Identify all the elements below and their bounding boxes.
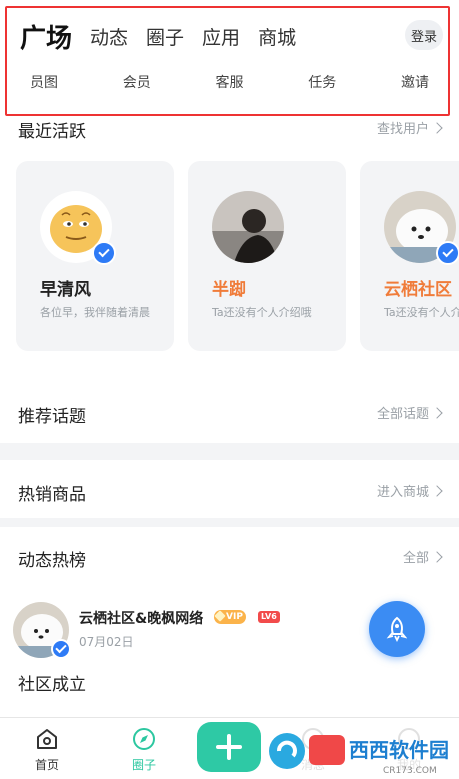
tab-square[interactable]: 广场 <box>20 18 72 55</box>
tab-apps[interactable]: 应用 <box>202 23 240 50</box>
subnav-item-invite[interactable]: 邀请 <box>401 72 429 90</box>
level-badge: LV6 <box>258 611 280 623</box>
user-cards: 早清风 各位早，我伴随着清晨 半踋 Ta还没有个人介绍哦 云栖社区 Ta还没有个… <box>16 161 459 351</box>
tabbar-item-circles[interactable]: 圈子 <box>109 724 179 773</box>
find-users-link[interactable]: 查找用户 <box>376 118 443 137</box>
tab-circles[interactable]: 圈子 <box>146 23 184 50</box>
enter-mall-link[interactable]: 进入商城 <box>376 481 443 500</box>
tab-dynamics[interactable]: 动态 <box>90 23 128 50</box>
user-name: 半踋 <box>212 280 246 300</box>
rocket-icon <box>386 616 408 642</box>
top-header: 广场 动态 圈子 应用 商城 登录 员图 会员 客服 任务 邀请 <box>0 0 459 100</box>
chevron-right-icon <box>431 406 443 419</box>
user-name: 早清风 <box>40 280 91 300</box>
avatar-wrapper <box>212 191 284 263</box>
section-title: 热销商品 <box>18 485 86 505</box>
subnav-item-member[interactable]: 会员 <box>123 72 151 90</box>
post-text[interactable]: 社区成立 <box>18 670 86 695</box>
create-post-button[interactable] <box>197 722 261 772</box>
user-bio: Ta还没有个人介绍 <box>384 306 459 319</box>
verified-icon <box>92 241 116 265</box>
user-name: 云栖社区 <box>384 280 452 300</box>
link-label: 进入商城 <box>376 485 429 500</box>
verified-icon <box>51 639 71 659</box>
sub-nav: 员图 会员 客服 任务 邀请 <box>8 68 451 90</box>
tabbar-label: 圈子 <box>131 758 156 772</box>
user-card[interactable]: 云栖社区 Ta还没有个人介绍 <box>360 161 459 351</box>
hot-goods-section[interactable]: 热销商品 进入商城 <box>0 460 459 518</box>
vip-badge: VIP <box>214 610 246 624</box>
post-avatar-wrapper[interactable] <box>13 602 71 659</box>
user-bio: 各位早，我伴随着清晨 <box>40 306 150 319</box>
watermark-text: 西西软件园 <box>349 738 449 762</box>
user-card[interactable]: 半踋 Ta还没有个人介绍哦 <box>188 161 346 351</box>
subnav-item-ranking[interactable]: 员图 <box>30 72 58 90</box>
recent-active-section: 最近活跃 查找用户 早清风 各位早，我伴随着清晨 半踋 Ta还没有个人介绍哦 云… <box>0 100 459 382</box>
verified-icon <box>436 241 459 265</box>
user-card[interactable]: 早清风 各位早，我伴随着清晨 <box>16 161 174 351</box>
tab-mall[interactable]: 商城 <box>258 23 296 50</box>
user-bio: Ta还没有个人介绍哦 <box>212 306 312 319</box>
chevron-right-icon <box>431 550 443 563</box>
rocket-button[interactable] <box>369 601 425 657</box>
all-topics-link[interactable]: 全部话题 <box>376 403 443 422</box>
compass-icon <box>133 728 155 750</box>
subnav-item-task[interactable]: 任务 <box>308 72 336 90</box>
link-label: 全部话题 <box>376 407 429 422</box>
home-icon <box>37 729 57 749</box>
subnav-item-service[interactable]: 客服 <box>216 72 244 90</box>
section-title: 动态热榜 <box>18 551 86 571</box>
section-title: 推荐话题 <box>18 407 86 427</box>
login-button[interactable]: 登录 <box>405 20 443 50</box>
link-label: 全部 <box>402 551 429 566</box>
top-tabs: 广场 动态 圈子 应用 商城 <box>20 16 296 56</box>
avatar-wrapper <box>40 191 116 265</box>
chevron-right-icon <box>431 484 443 497</box>
chevron-right-icon <box>431 121 443 134</box>
post-date: 07月02日 <box>79 635 134 649</box>
all-posts-link[interactable]: 全部 <box>402 547 443 566</box>
link-label: 查找用户 <box>376 122 429 137</box>
recommended-topics-section[interactable]: 推荐话题 全部话题 <box>0 382 459 443</box>
watermark-url: CR173.COM <box>383 766 437 776</box>
plus-icon <box>216 734 242 760</box>
post-author[interactable]: 云栖社区&晚枫网络 <box>79 608 203 628</box>
avatar <box>212 191 284 263</box>
section-title: 最近活跃 <box>18 122 86 142</box>
avatar-wrapper <box>384 191 459 265</box>
app-screen: 广场 动态 圈子 应用 商城 登录 员图 会员 客服 任务 邀请 最近活跃 查找… <box>0 0 459 779</box>
tabbar-item-home[interactable]: 首页 <box>12 724 82 773</box>
tabbar-label: 首页 <box>34 758 59 772</box>
watermark-logo: 西西软件园 CR173.COM <box>265 725 459 777</box>
